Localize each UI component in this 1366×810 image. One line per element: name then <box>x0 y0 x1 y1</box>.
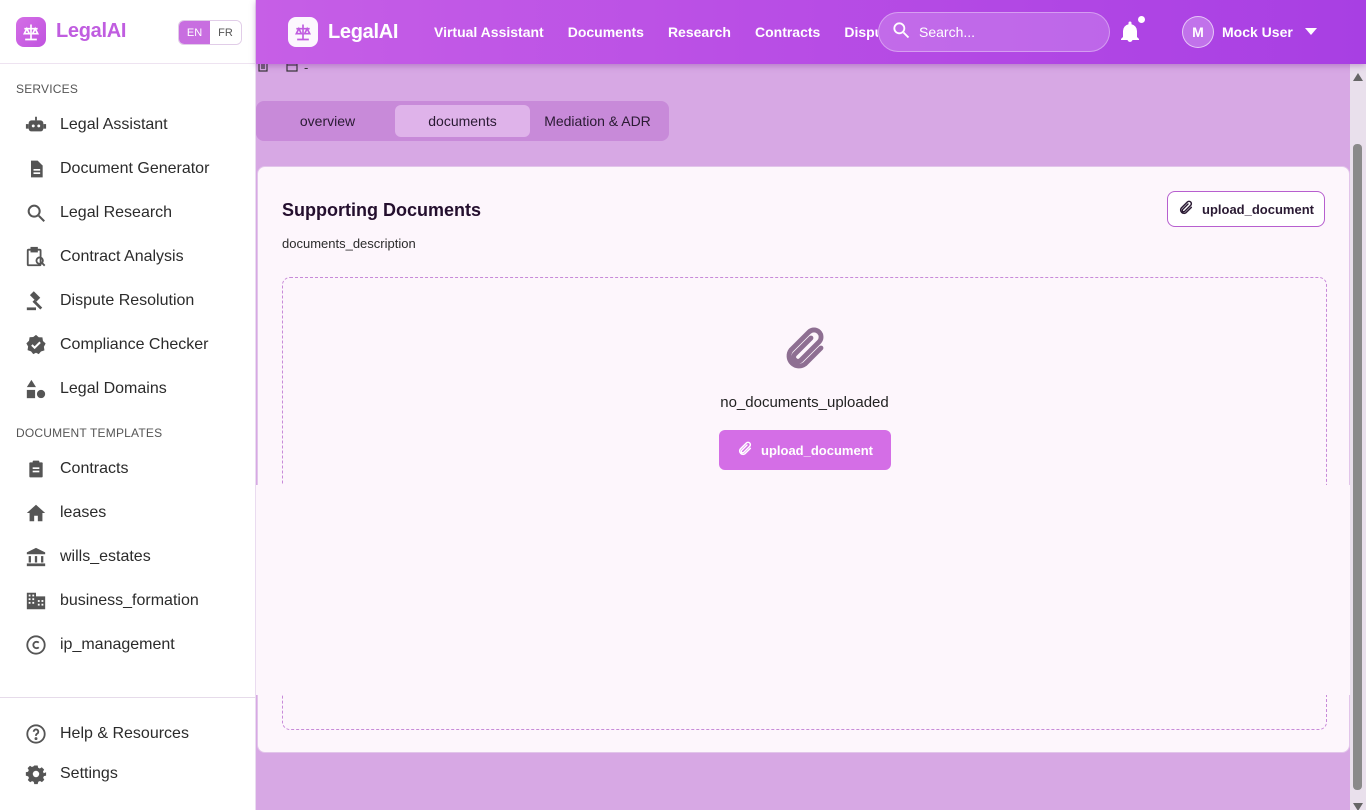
search-icon <box>24 201 48 225</box>
scales-logo-icon <box>288 17 318 47</box>
main-nav: Virtual Assistant Documents Research Con… <box>434 0 878 64</box>
chevron-down-icon <box>1304 23 1317 41</box>
card-title: Supporting Documents <box>282 200 481 220</box>
sidebar-item-ip-management[interactable]: ip_management <box>0 623 256 667</box>
brand-name: LegalAI <box>328 20 399 43</box>
tab-documents[interactable]: documents <box>395 105 530 137</box>
sidebar-divider <box>0 697 256 698</box>
sidebar-item-contract-analysis[interactable]: Contract Analysis <box>0 235 256 279</box>
sidebar-item-label: Help & Resources <box>60 725 189 742</box>
sidebar-item-business-formation[interactable]: business_formation <box>0 579 256 623</box>
sidebar-item-settings[interactable]: Settings <box>0 752 256 796</box>
sidebar-item-label: Legal Assistant <box>60 116 168 133</box>
lang-en-button[interactable]: EN <box>179 21 210 44</box>
gear-icon <box>24 762 48 786</box>
verified-icon <box>24 333 48 357</box>
templates-section-title: DOCUMENT TEMPLATES <box>16 426 163 440</box>
sidebar-item-label: Contracts <box>60 460 129 477</box>
gavel-icon <box>24 289 48 313</box>
sidebar-item-label: Legal Research <box>60 204 173 221</box>
home-icon <box>24 501 48 525</box>
search-input[interactable] <box>919 24 1089 40</box>
nav-virtual-assistant[interactable]: Virtual Assistant <box>434 24 544 40</box>
tab-mediation-adr[interactable]: Mediation & ADR <box>530 105 665 137</box>
nav-contracts[interactable]: Contracts <box>755 24 820 40</box>
brand-name: LegalAI <box>56 20 127 42</box>
card-description: documents_description <box>282 236 416 251</box>
scales-logo-icon <box>16 16 46 47</box>
sidebar-item-wills-estates[interactable]: wills_estates <box>0 535 256 579</box>
upload-document-button[interactable]: upload_document <box>1167 191 1325 227</box>
document-icon <box>24 157 48 181</box>
empty-state-text: no_documents_uploaded <box>720 394 889 411</box>
notification-bell-icon[interactable] <box>1118 20 1142 44</box>
nav-research[interactable]: Research <box>668 24 731 40</box>
nav-disputes[interactable]: Disputes <box>844 24 878 40</box>
empty-upload-document-button[interactable]: upload_document <box>719 430 891 470</box>
sidebar-item-label: Settings <box>60 765 118 782</box>
sidebar-item-label: wills_estates <box>60 548 151 565</box>
vertical-scrollbar[interactable] <box>1350 64 1366 810</box>
sidebar-item-document-generator[interactable]: Document Generator <box>0 147 256 191</box>
sidebar-item-legal-domains[interactable]: Legal Domains <box>0 367 256 411</box>
sidebar-item-help[interactable]: Help & Resources <box>0 712 256 756</box>
scroll-up-arrow-icon[interactable] <box>1353 68 1363 81</box>
services-section-title: SERVICES <box>16 82 79 96</box>
sidebar-item-legal-assistant[interactable]: Legal Assistant <box>0 103 256 147</box>
lang-fr-button[interactable]: FR <box>210 21 241 44</box>
upload-document-label: upload_document <box>761 442 873 458</box>
paperclip-icon <box>737 441 753 460</box>
clipboard-icon <box>24 457 48 481</box>
user-name: Mock User <box>1222 24 1293 40</box>
sidebar: LegalAI EN FR SERVICES Legal Assistant D… <box>0 0 256 810</box>
sidebar-item-label: Document Generator <box>60 160 210 177</box>
category-icon <box>24 377 48 401</box>
sidebar-header: LegalAI EN FR <box>0 0 255 64</box>
sidebar-item-label: leases <box>60 504 107 521</box>
sidebar-item-contracts[interactable]: Contracts <box>0 447 256 491</box>
contract-search-icon <box>24 245 48 269</box>
search-icon <box>891 20 911 45</box>
blank-overlay <box>256 485 1366 695</box>
search-box <box>878 12 1110 52</box>
sidebar-item-compliance-checker[interactable]: Compliance Checker <box>0 323 256 367</box>
robot-icon <box>24 113 48 137</box>
upload-document-label: upload_document <box>1202 201 1314 217</box>
user-menu[interactable]: M Mock User <box>1182 16 1317 48</box>
scrollbar-thumb[interactable] <box>1353 144 1362 790</box>
sidebar-item-label: Legal Domains <box>60 380 167 397</box>
notification-dot <box>1138 16 1145 23</box>
sidebar-item-label: ip_management <box>60 636 175 653</box>
language-switcher: EN FR <box>178 20 242 45</box>
topbar-logo[interactable]: LegalAI <box>288 17 398 47</box>
building-icon <box>24 589 48 613</box>
tab-bar: overview documents Mediation & ADR <box>256 101 669 141</box>
sidebar-item-legal-research[interactable]: Legal Research <box>0 191 256 235</box>
bank-icon <box>24 545 48 569</box>
avatar: M <box>1182 16 1214 48</box>
scroll-down-arrow-icon[interactable] <box>1353 798 1363 810</box>
sidebar-item-label: Contract Analysis <box>60 248 184 265</box>
nav-documents[interactable]: Documents <box>568 24 644 40</box>
sidebar-item-label: Dispute Resolution <box>60 292 195 309</box>
sidebar-item-label: Compliance Checker <box>60 336 209 353</box>
top-bar: LegalAI Virtual Assistant Documents Rese… <box>256 0 1366 64</box>
help-icon <box>24 722 48 746</box>
sidebar-item-dispute-resolution[interactable]: Dispute Resolution <box>0 279 256 323</box>
sidebar-item-label: business_formation <box>60 592 199 609</box>
paperclip-icon <box>781 326 829 379</box>
tab-overview[interactable]: overview <box>260 105 395 137</box>
sidebar-item-leases[interactable]: leases <box>0 491 256 535</box>
copyright-icon <box>24 633 48 657</box>
paperclip-icon <box>1178 200 1194 219</box>
